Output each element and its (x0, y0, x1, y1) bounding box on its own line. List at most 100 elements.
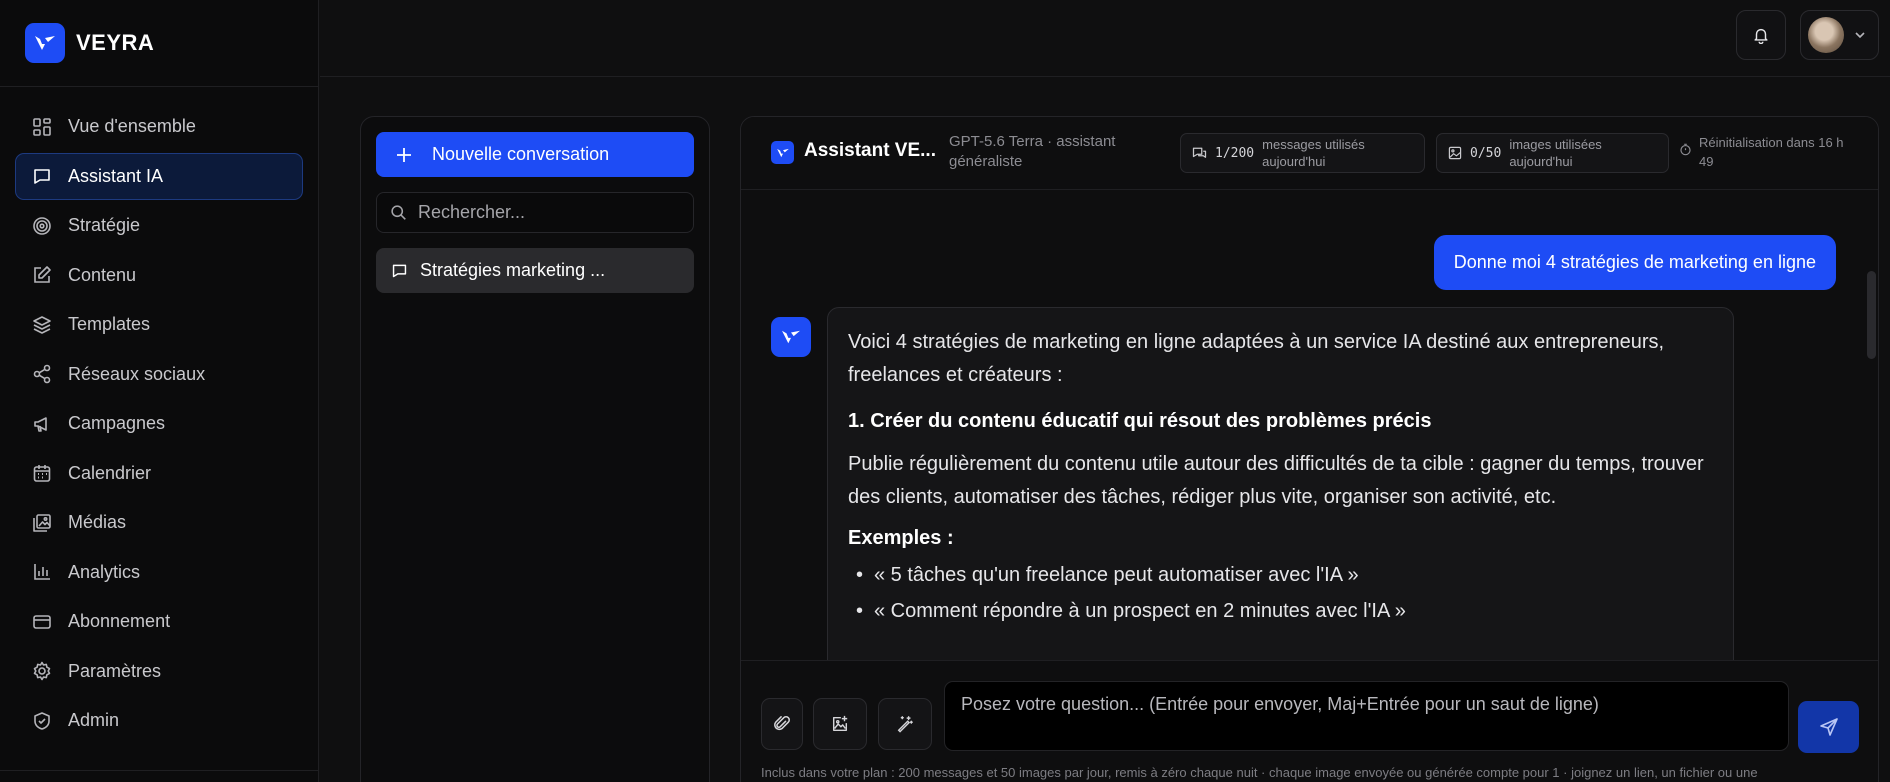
attach-file-button[interactable] (761, 698, 803, 750)
assistant-message: Voici 4 stratégies de marketing en ligne… (827, 307, 1734, 660)
sidebar-item-label: Assistant IA (68, 165, 164, 186)
sidebar-item-medias[interactable]: Médias (15, 499, 303, 546)
veyra-logo-icon (782, 330, 800, 344)
messages-usage-label: messages utilisés aujourd'hui (1262, 137, 1365, 169)
sidebar-item-contenu[interactable]: Contenu (15, 252, 303, 299)
chat-icon (392, 264, 407, 278)
chat-header: Assistant VE... GPT-5.6 Terra · assistan… (741, 117, 1878, 190)
sidebar-item-label: Stratégie (68, 215, 141, 235)
examples-title: Exemples : (848, 527, 954, 549)
avatar (1808, 17, 1844, 53)
list-item: « Comment répondre à un prospect en 2 mi… (856, 593, 1713, 629)
sidebar-item-strategie[interactable]: Stratégie (15, 202, 303, 249)
sidebar-item-reseaux-sociaux[interactable]: Réseaux sociaux (15, 351, 303, 398)
sidebar-item-abonnement[interactable]: Abonnement (15, 598, 303, 645)
share-icon (33, 364, 51, 384)
sidebar-item-label: Abonnement (68, 611, 171, 631)
messages-usage-count: 1/200 (1215, 145, 1255, 161)
messages-icon (1192, 147, 1207, 158)
assistant-paragraph: Publie régulièrement du contenu utile au… (848, 453, 1704, 508)
user-message: Donne moi 4 stratégies de marketing en l… (1433, 235, 1836, 290)
conversation-item[interactable]: Stratégies marketing ... (376, 248, 694, 293)
send-button[interactable] (1798, 701, 1859, 753)
sidebar-divider (0, 770, 318, 771)
sidebar-item-label: Paramètres (68, 660, 162, 681)
sidebar-item-admin[interactable]: Admin (15, 697, 303, 744)
chevron-down-icon (1855, 32, 1865, 39)
search-icon (391, 205, 406, 220)
images-usage-badge: 0/50 images utilisées aujourd'hui (1436, 133, 1669, 173)
paperclip-icon (774, 716, 790, 731)
sidebar-item-label: Calendrier (68, 462, 152, 483)
images-usage-count: 0/50 (1470, 145, 1502, 161)
plus-icon (397, 147, 411, 162)
megaphone-icon (34, 416, 47, 432)
user-message-text: Donne moi 4 stratégies de marketing en l… (1453, 252, 1816, 272)
new-conversation-button[interactable]: Nouvelle conversation (376, 132, 694, 177)
chat-icon (34, 169, 50, 184)
search-input[interactable] (418, 202, 678, 223)
brand[interactable]: VEYRA (0, 0, 318, 87)
notifications-button[interactable] (1736, 10, 1786, 60)
credit-card-icon (33, 614, 51, 629)
generate-image-button[interactable] (878, 698, 932, 750)
sidebar-item-label: Vue d'ensemble (68, 116, 196, 136)
chat-scrollbar[interactable] (1867, 271, 1876, 359)
plan-note: Inclus dans votre plan : 200 messages et… (761, 765, 1758, 780)
brand-name: VEYRA (76, 30, 155, 55)
sidebar-item-label: Réseaux sociaux (68, 363, 206, 384)
reset-timer-text: Réinitialisation dans 16 h 49 (1699, 135, 1844, 169)
message-input[interactable] (944, 681, 1789, 751)
new-conversation-label: Nouvelle conversation (432, 144, 610, 164)
magic-wand-icon (897, 716, 913, 733)
chat-panel: Assistant VE... GPT-5.6 Terra · assistan… (740, 116, 1879, 782)
sidebar-item-campagnes[interactable]: Campagnes (15, 400, 303, 447)
shield-icon (34, 711, 50, 730)
edit-icon (34, 266, 51, 283)
sidebar-item-label: Contenu (68, 264, 137, 285)
sidebar-item-analytics[interactable]: Analytics (15, 549, 303, 596)
sidebar-item-templates[interactable]: Templates (15, 301, 303, 348)
layers-icon (33, 315, 51, 334)
images-usage-label: images utilisées aujourd'hui (1509, 137, 1602, 169)
sidebar: VEYRA Vue d'ensemble Assistant IA Straté… (0, 0, 319, 782)
assistant-logo-icon (771, 141, 794, 164)
top-bar (320, 0, 1890, 77)
sidebar-item-calendrier[interactable]: Calendrier (15, 450, 303, 497)
examples-list: « 5 tâches qu'un freelance peut automati… (848, 557, 1713, 629)
assistant-title: Assistant VE... (804, 140, 936, 161)
sidebar-item-parametres[interactable]: Paramètres (15, 648, 303, 695)
reset-timer: Réinitialisation dans 16 h 49 (1679, 133, 1849, 171)
send-icon (1819, 718, 1838, 736)
profile-menu-button[interactable] (1800, 10, 1879, 60)
model-description: GPT-5.6 Terra · assistant généraliste (949, 133, 1116, 170)
images-icon (33, 513, 51, 532)
bar-chart-icon (34, 564, 50, 580)
grid-icon (33, 117, 51, 136)
bell-icon (1754, 28, 1768, 44)
timer-icon (1680, 143, 1691, 156)
composer: Inclus dans votre plan : 200 messages et… (741, 660, 1878, 782)
gear-icon (33, 661, 51, 681)
attach-image-button[interactable] (813, 698, 867, 750)
assistant-intro: Voici 4 stratégies de marketing en ligne… (848, 331, 1665, 386)
conversation-search[interactable] (376, 192, 694, 233)
conversations-panel: Nouvelle conversation Stratégies marketi… (360, 116, 710, 782)
sidebar-item-label: Campagnes (68, 413, 166, 433)
sidebar-item-label: Templates (68, 314, 151, 334)
conversation-title: Stratégies marketing ... (420, 260, 606, 280)
sidebar-item-assistant-ia[interactable]: Assistant IA (15, 152, 303, 200)
assistant-avatar (771, 317, 811, 357)
image-plus-icon (832, 715, 848, 732)
sidebar-item-label: Médias (68, 512, 127, 532)
assistant-heading: 1. Créer du contenu éducatif qui résout … (848, 410, 1432, 432)
target-icon (33, 216, 51, 235)
sidebar-item-vue-ensemble[interactable]: Vue d'ensemble (15, 103, 303, 150)
sidebar-item-label: Admin (68, 710, 120, 730)
messages-usage-badge: 1/200 messages utilisés aujourd'hui (1180, 133, 1425, 173)
veyra-logo-icon (25, 23, 65, 63)
calendar-icon (33, 465, 51, 482)
list-item: « 5 tâches qu'un freelance peut automati… (856, 557, 1713, 593)
image-icon (1448, 146, 1462, 160)
chat-messages[interactable]: Donne moi 4 stratégies de marketing en l… (741, 191, 1878, 660)
